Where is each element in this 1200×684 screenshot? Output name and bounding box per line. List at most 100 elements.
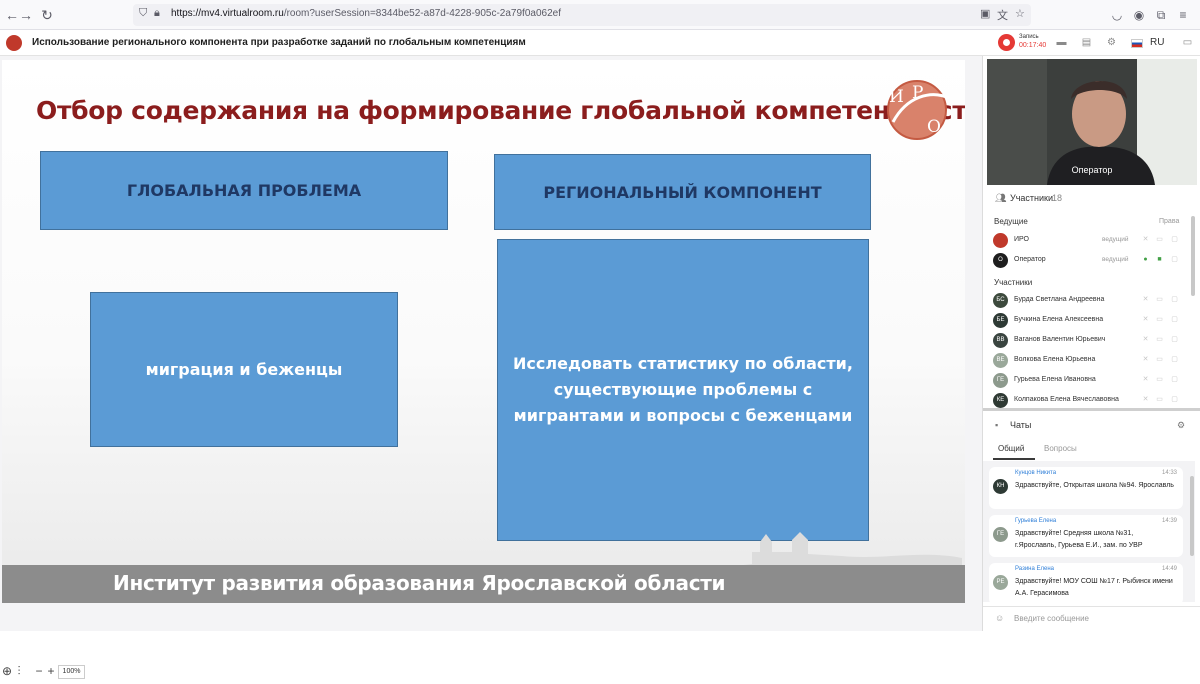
participant-row[interactable]: БС Бурда Светлана Андреевна ✕ ▭ ▢ <box>993 291 1193 309</box>
mic-muted-icon[interactable]: ✕ <box>1141 235 1150 244</box>
picture-in-picture-icon[interactable]: ▣ <box>980 7 990 20</box>
mic-muted-icon[interactable]: ✕ <box>1141 295 1150 304</box>
participant-row[interactable]: КЕ Колпакова Елена Вячеславовна ✕ ▭ ▢ <box>993 391 1193 409</box>
host-row[interactable]: ИРО ведущий ✕ ▭ ▢ <box>993 231 1193 249</box>
message-text: Здравствуйте, Открытая школа №94. Яросла… <box>1015 482 1174 489</box>
url-text[interactable]: https://mv4.virtualroom.ru/room?userSess… <box>171 8 561 19</box>
language-selector[interactable]: RU <box>1150 37 1164 48</box>
camera-off-icon[interactable]: ▭ <box>1155 355 1164 364</box>
global-problem-box: ГЛОБАЛЬНАЯ ПРОБЛЕМА <box>40 151 448 230</box>
lock-icon[interactable]: 🔒︎ <box>154 7 160 20</box>
regional-component-box: РЕГИОНАЛЬНЫЙ КОМПОНЕНТ <box>494 154 871 230</box>
screen-share-icon[interactable]: ▢ <box>1170 375 1179 384</box>
participant-row[interactable]: ВЕ Волкова Елена Юрьевна ✕ ▭ ▢ <box>993 351 1193 369</box>
research-box: Исследовать статистику по области, сущес… <box>497 239 869 541</box>
avatar: КН <box>993 479 1008 494</box>
migration-label: миграция и беженцы <box>145 359 343 379</box>
extensions-icon[interactable]: ⧉ <box>1152 6 1170 24</box>
forward-icon[interactable]: → <box>16 5 36 25</box>
bookmark-star-icon[interactable]: ☆ <box>1015 7 1025 20</box>
url-host: https://mv4.virtualroom.ru <box>171 8 284 19</box>
mic-on-icon[interactable]: ● <box>1141 255 1150 264</box>
message-time: 14:49 <box>1161 566 1177 572</box>
video-tile[interactable]: Оператор <box>987 59 1197 185</box>
chat-scrollbar[interactable] <box>1190 476 1194 556</box>
avatar <box>993 233 1008 248</box>
tab-questions[interactable]: Вопросы <box>1044 444 1077 453</box>
folder-icon[interactable]: ▬ <box>1054 36 1069 50</box>
avatar: О <box>993 253 1008 268</box>
mic-muted-icon[interactable]: ✕ <box>1141 395 1150 404</box>
screen-share-icon[interactable]: ▢ <box>1170 395 1179 404</box>
message-author: Гурьева Елена <box>1015 518 1057 524</box>
browser-toolbar: ← → ↻ ⛉ 🔒︎ https://mv4.virtualroom.ru/ro… <box>0 0 1200 30</box>
mic-muted-icon[interactable]: ✕ <box>1141 355 1150 364</box>
participant-row[interactable]: ГЕ Гурьева Елена Ивановна ✕ ▭ ▢ <box>993 371 1193 389</box>
screen-share-icon[interactable]: ▢ <box>1170 295 1179 304</box>
participants-scrollbar[interactable] <box>1191 216 1195 296</box>
participant-row[interactable]: БЕ Бучкина Елена Алексеевна ✕ ▭ ▢ <box>993 311 1193 329</box>
participants-count: 18 <box>1052 193 1063 203</box>
screen-share-icon[interactable]: ▢ <box>1170 355 1179 364</box>
menu-icon[interactable]: ≡ <box>1174 6 1192 24</box>
camera-on-icon[interactable]: ■ <box>1155 255 1164 264</box>
participant-row[interactable]: ВВ Ваганов Валентин Юрьевич ✕ ▭ ▢ <box>993 331 1193 349</box>
chat-messages[interactable]: КН Кунцов Никита 14:33 Здравствуйте, Отк… <box>983 461 1195 602</box>
zoom-in-button[interactable]: + <box>44 664 58 678</box>
screen-share-icon[interactable]: ▢ <box>1170 335 1179 344</box>
screen-share-icon[interactable]: ▢ <box>1170 315 1179 324</box>
slide-footer-text: Институт развития образования Ярославско… <box>113 571 726 595</box>
avatar: ГЕ <box>993 527 1008 542</box>
chats-header[interactable]: ▪ Чаты ⚙ <box>983 416 1200 434</box>
camera-off-icon[interactable]: ▭ <box>1155 395 1164 404</box>
shield-icon[interactable]: ⛉ <box>139 7 147 20</box>
camera-off-icon[interactable]: ▭ <box>1155 335 1164 344</box>
mic-muted-icon[interactable]: ✕ <box>1141 315 1150 324</box>
camera-off-icon[interactable]: ▭ <box>1155 295 1164 304</box>
camera-off-icon[interactable]: ▭ <box>1155 235 1164 244</box>
message-input[interactable]: Введите сообщение <box>1014 614 1089 623</box>
avatar: КЕ <box>993 393 1008 408</box>
participants-header[interactable]: 👥︎ Участники 18 <box>983 189 1200 207</box>
camera-off-icon[interactable]: ▭ <box>1155 375 1164 384</box>
people-icon: 👥︎ <box>995 193 1007 203</box>
room-title: Использование регионального компонента п… <box>32 37 526 48</box>
right-panel: Оператор 👥︎ Участники 18 Ведущие Права И… <box>982 56 1200 631</box>
avatar: ВЕ <box>993 353 1008 368</box>
hosts-section-label: Ведущие <box>994 217 1028 226</box>
emoji-icon[interactable]: ☺ <box>995 613 1004 623</box>
host-row[interactable]: О Оператор ведущий ● ■ ▢ <box>993 251 1193 269</box>
host-name: Оператор <box>1014 256 1046 263</box>
reload-icon[interactable]: ↻ <box>37 5 57 25</box>
exit-icon[interactable]: ▭ <box>1180 36 1195 50</box>
regional-component-label: РЕГИОНАЛЬНЫЙ КОМПОНЕНТ <box>543 182 822 202</box>
mic-muted-icon[interactable]: ✕ <box>1141 375 1150 384</box>
pocket-icon[interactable]: ◡ <box>1108 6 1126 24</box>
audio-wave-icon[interactable]: ⫶ <box>12 664 26 678</box>
camera-off-icon[interactable]: ▭ <box>1155 315 1164 324</box>
settings-icon[interactable]: ⚙ <box>1104 36 1119 50</box>
record-timer: 00:17:40 <box>1019 42 1047 49</box>
logo-letter-1: И <box>889 87 904 107</box>
message-author: Разина Елена <box>1015 566 1054 572</box>
screen-share-icon[interactable]: ▢ <box>1170 255 1179 264</box>
panel-divider[interactable] <box>983 408 1200 411</box>
record-icon[interactable] <box>998 34 1015 51</box>
avatar: ВВ <box>993 333 1008 348</box>
mic-muted-icon[interactable]: ✕ <box>1141 335 1150 344</box>
chat-settings-icon[interactable]: ⚙ <box>1177 420 1185 431</box>
account-icon[interactable]: ◉ <box>1130 6 1148 24</box>
russian-flag-icon[interactable] <box>1131 39 1143 48</box>
translate-icon[interactable]: 文 <box>997 7 1008 23</box>
chat-message: ГЕ Гурьева Елена 14:39 Здравствуйте! Сре… <box>989 515 1183 557</box>
screen-share-icon[interactable]: ▢ <box>1170 235 1179 244</box>
slide-title: Отбор содержания на формирование глобаль… <box>36 96 965 125</box>
avatar: РЕ <box>993 575 1008 590</box>
chats-title: Чаты <box>1010 420 1032 430</box>
avatar: БЕ <box>993 313 1008 328</box>
address-bar[interactable]: ⛉ 🔒︎ https://mv4.virtualroom.ru/room?use… <box>133 4 1031 26</box>
layout-icon[interactable]: ▤ <box>1079 36 1094 50</box>
zoom-level[interactable]: 100% <box>58 665 85 679</box>
tab-general[interactable]: Общий <box>998 444 1024 453</box>
participant-name: Гурьева Елена Ивановна <box>1014 376 1096 383</box>
